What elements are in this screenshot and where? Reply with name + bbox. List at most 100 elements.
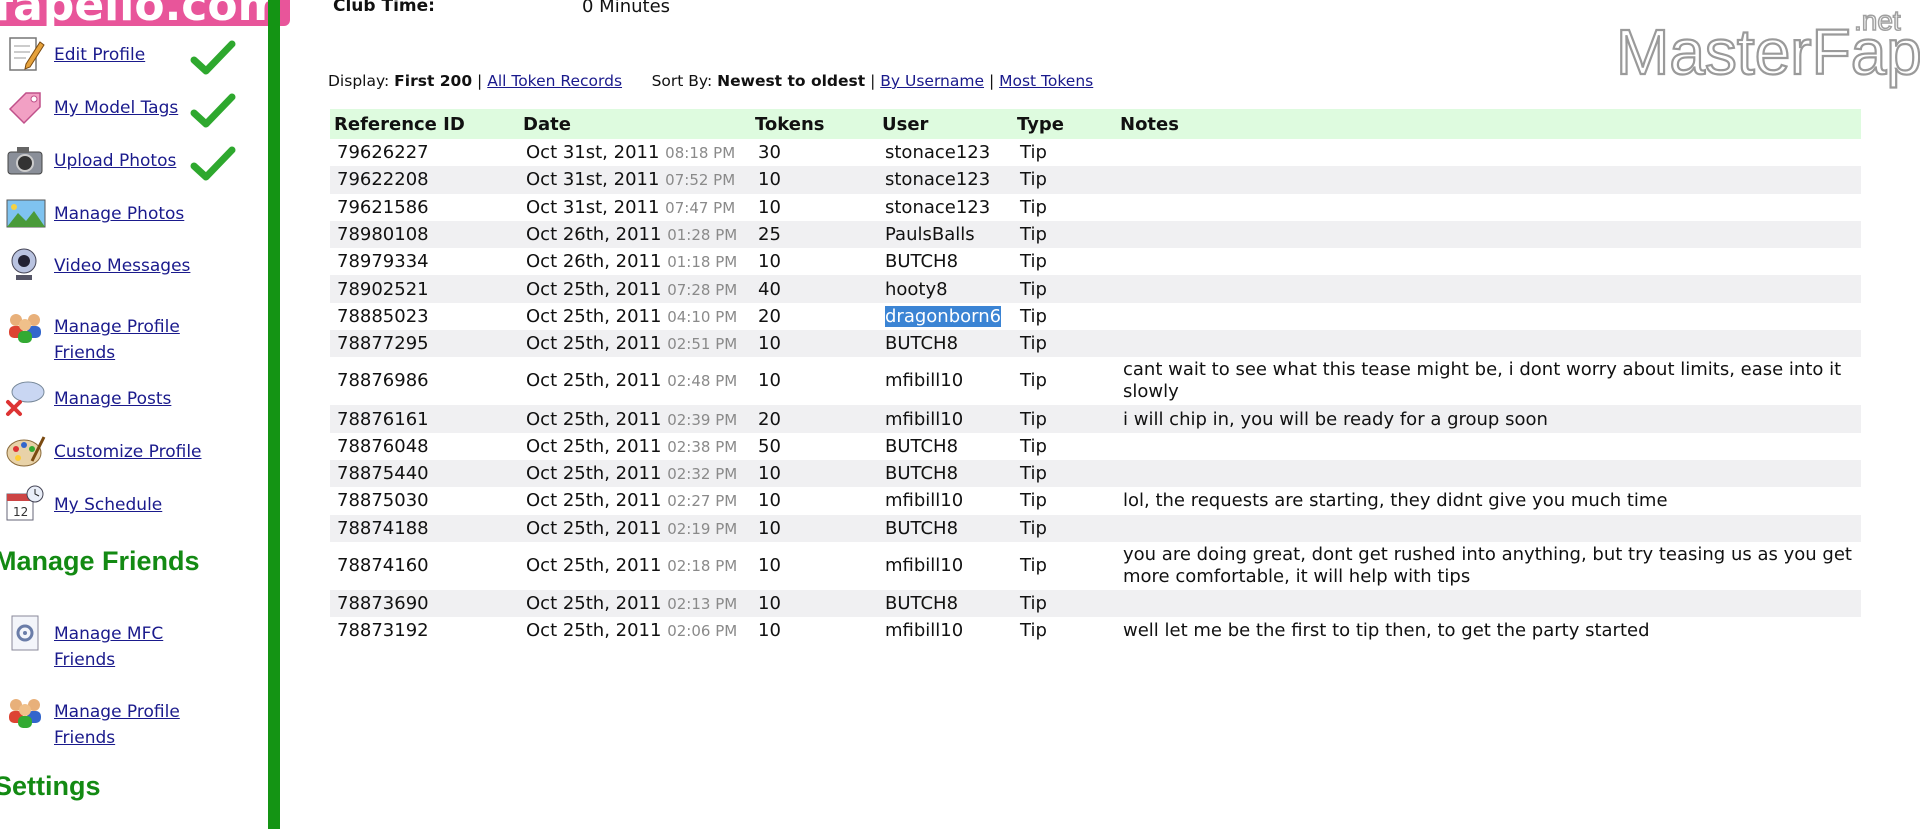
svg-text:12: 12 <box>13 505 28 519</box>
sidebar-border <box>268 0 280 829</box>
username-text[interactable]: mfibill10 <box>885 409 963 430</box>
cell-tokens: 10 <box>751 589 878 618</box>
check-icon <box>190 146 236 181</box>
column-header-notes[interactable]: Notes <box>1116 109 1861 139</box>
all-token-records-link[interactable]: All Token Records <box>487 72 622 90</box>
username-text[interactable]: mfibill10 <box>885 370 963 391</box>
svg-text:.net: .net <box>1854 5 1901 36</box>
column-header-user[interactable]: User <box>878 109 1013 139</box>
cell-date: Oct 25th, 2011 02:06 PM <box>519 617 751 644</box>
cell-user: BUTCH8 <box>878 330 1013 358</box>
cell-user: mfibill10 <box>878 405 1013 433</box>
table-row: 79622208 Oct 31st, 2011 07:52 PM 10 stonace… <box>330 166 1861 194</box>
time-text: 02:48 PM <box>667 372 738 391</box>
cell-tokens: 10 <box>751 459 878 488</box>
column-header-date[interactable]: Date <box>519 109 751 139</box>
cell-reference-id: 78979334 <box>337 251 429 273</box>
column-header-type[interactable]: Type <box>1013 109 1116 139</box>
date-text: Oct 25th, 2011 <box>526 408 662 430</box>
time-text: 08:18 PM <box>665 144 736 163</box>
time-text: 02:32 PM <box>667 465 738 484</box>
date-text: Oct 31st, 2011 <box>526 169 660 191</box>
cell-reference-id: 79621586 <box>337 196 429 218</box>
cell-notes: cant wait to see what this tease might b… <box>1123 359 1842 403</box>
username-text[interactable]: hooty8 <box>885 279 948 300</box>
posts-icon <box>6 381 45 416</box>
username-text[interactable]: PaulsBalls <box>885 224 975 245</box>
cell-reference-id: 78873192 <box>337 620 429 642</box>
cell-date: Oct 25th, 2011 04:10 PM <box>519 303 751 330</box>
username-text[interactable]: BUTCH8 <box>885 593 958 614</box>
sidebar-item-label[interactable]: Manage Profile Friends <box>54 699 204 751</box>
cell-type: Tip <box>1020 490 1047 512</box>
sidebar-item-label[interactable]: Customize Profile <box>54 439 204 465</box>
table-row: 78876986 Oct 25th, 2011 02:48 PM 10 mfibill… <box>330 357 1861 405</box>
username-text[interactable]: mfibill10 <box>885 555 963 576</box>
date-text: Oct 31st, 2011 <box>526 142 660 164</box>
cell-date: Oct 25th, 2011 02:39 PM <box>519 405 751 433</box>
username-text[interactable]: BUTCH8 <box>885 251 958 272</box>
sort-selected: Newest to oldest <box>717 72 866 90</box>
check-icon <box>190 40 236 75</box>
username-text[interactable]: stonace123 <box>885 142 990 163</box>
display-label: Display: <box>328 72 390 90</box>
cell-tokens: 25 <box>751 220 878 249</box>
cell-type: Tip <box>1013 514 1116 542</box>
site-logo[interactable]: fapello.com <box>0 0 290 26</box>
time-text: 01:18 PM <box>667 253 738 272</box>
table-row: 78876048 Oct 25th, 2011 02:38 PM 50 BUTCH8 T… <box>330 433 1861 460</box>
table-row: 78875030 Oct 25th, 2011 02:27 PM 10 mfibill… <box>330 487 1861 514</box>
sort-by-username-link[interactable]: By Username <box>880 72 984 90</box>
cell-date: Oct 25th, 2011 02:38 PM <box>519 433 751 460</box>
cell-date: Oct 25th, 2011 02:18 PM <box>519 542 751 590</box>
cell-notes <box>1116 303 1861 330</box>
date-text: Oct 25th, 2011 <box>526 463 662 485</box>
time-text: 02:38 PM <box>667 437 738 456</box>
username-text[interactable]: BUTCH8 <box>885 518 958 539</box>
cell-notes <box>1116 220 1861 249</box>
cell-type: Tip <box>1013 166 1116 194</box>
sidebar-item-label[interactable]: Video Messages <box>54 253 204 279</box>
table-row: 78979334 Oct 26th, 2011 01:18 PM 10 BUTCH8 T… <box>330 248 1861 275</box>
date-text: Oct 25th, 2011 <box>526 435 662 457</box>
cell-user: PaulsBalls <box>878 220 1013 249</box>
sidebar-item-label[interactable]: Manage Photos <box>54 201 204 227</box>
cell-reference-id: 78877295 <box>330 330 519 358</box>
username-text[interactable]: stonace123 <box>885 169 990 190</box>
cell-reference-id: 78874188 <box>330 514 519 542</box>
sidebar-item-label[interactable]: Edit Profile <box>54 42 204 68</box>
sidebar-item-label[interactable]: Manage MFC Friends <box>54 621 204 673</box>
section-heading-manage-friends: Manage Friends <box>0 546 200 576</box>
cell-type: Tip <box>1013 330 1116 358</box>
username-text[interactable]: BUTCH8 <box>885 333 958 354</box>
sidebar-item-label[interactable]: My Model Tags <box>54 95 204 121</box>
cell-user: stonace123 <box>878 166 1013 194</box>
username-text[interactable]: stonace123 <box>885 197 990 218</box>
check-icon <box>190 93 236 128</box>
username-text[interactable]: mfibill10 <box>885 620 963 641</box>
table-row: 78980108 Oct 26th, 2011 01:28 PM 25 PaulsBa… <box>330 220 1861 249</box>
username-text[interactable]: BUTCH8 <box>885 463 958 484</box>
column-header-reference-id[interactable]: Reference ID <box>330 109 519 139</box>
cell-reference-id: 78980108 <box>330 220 519 249</box>
username-text[interactable]: mfibill10 <box>885 490 963 511</box>
sidebar-item-label[interactable]: Upload Photos <box>54 148 204 174</box>
cell-notes <box>1116 194 1861 221</box>
column-header-tokens[interactable]: Tokens <box>751 109 878 139</box>
time-text: 04:10 PM <box>667 307 738 326</box>
table-row: 78875440 Oct 25th, 2011 02:32 PM 10 BUTCH8 T… <box>330 459 1861 488</box>
cell-type: Tip <box>1013 275 1116 303</box>
sidebar-item-label[interactable]: My Schedule <box>54 492 204 518</box>
cell-tokens: 10 <box>758 554 781 576</box>
palette-icon <box>6 436 46 467</box>
sidebar-item-label[interactable]: Manage Profile Friends <box>54 314 204 366</box>
date-text: Oct 25th, 2011 <box>526 305 662 327</box>
sort-most-tokens-link[interactable]: Most Tokens <box>999 72 1093 90</box>
sidebar-item-label[interactable]: Manage Posts <box>54 386 204 412</box>
username-text[interactable]: dragonborn6 <box>885 305 1002 327</box>
cell-type: Tip <box>1020 435 1047 457</box>
cell-tokens: 10 <box>758 620 781 642</box>
cell-notes: well let me be the first to tip then, to… <box>1123 620 1650 642</box>
cell-tokens: 20 <box>751 405 878 433</box>
username-text[interactable]: BUTCH8 <box>885 436 958 457</box>
